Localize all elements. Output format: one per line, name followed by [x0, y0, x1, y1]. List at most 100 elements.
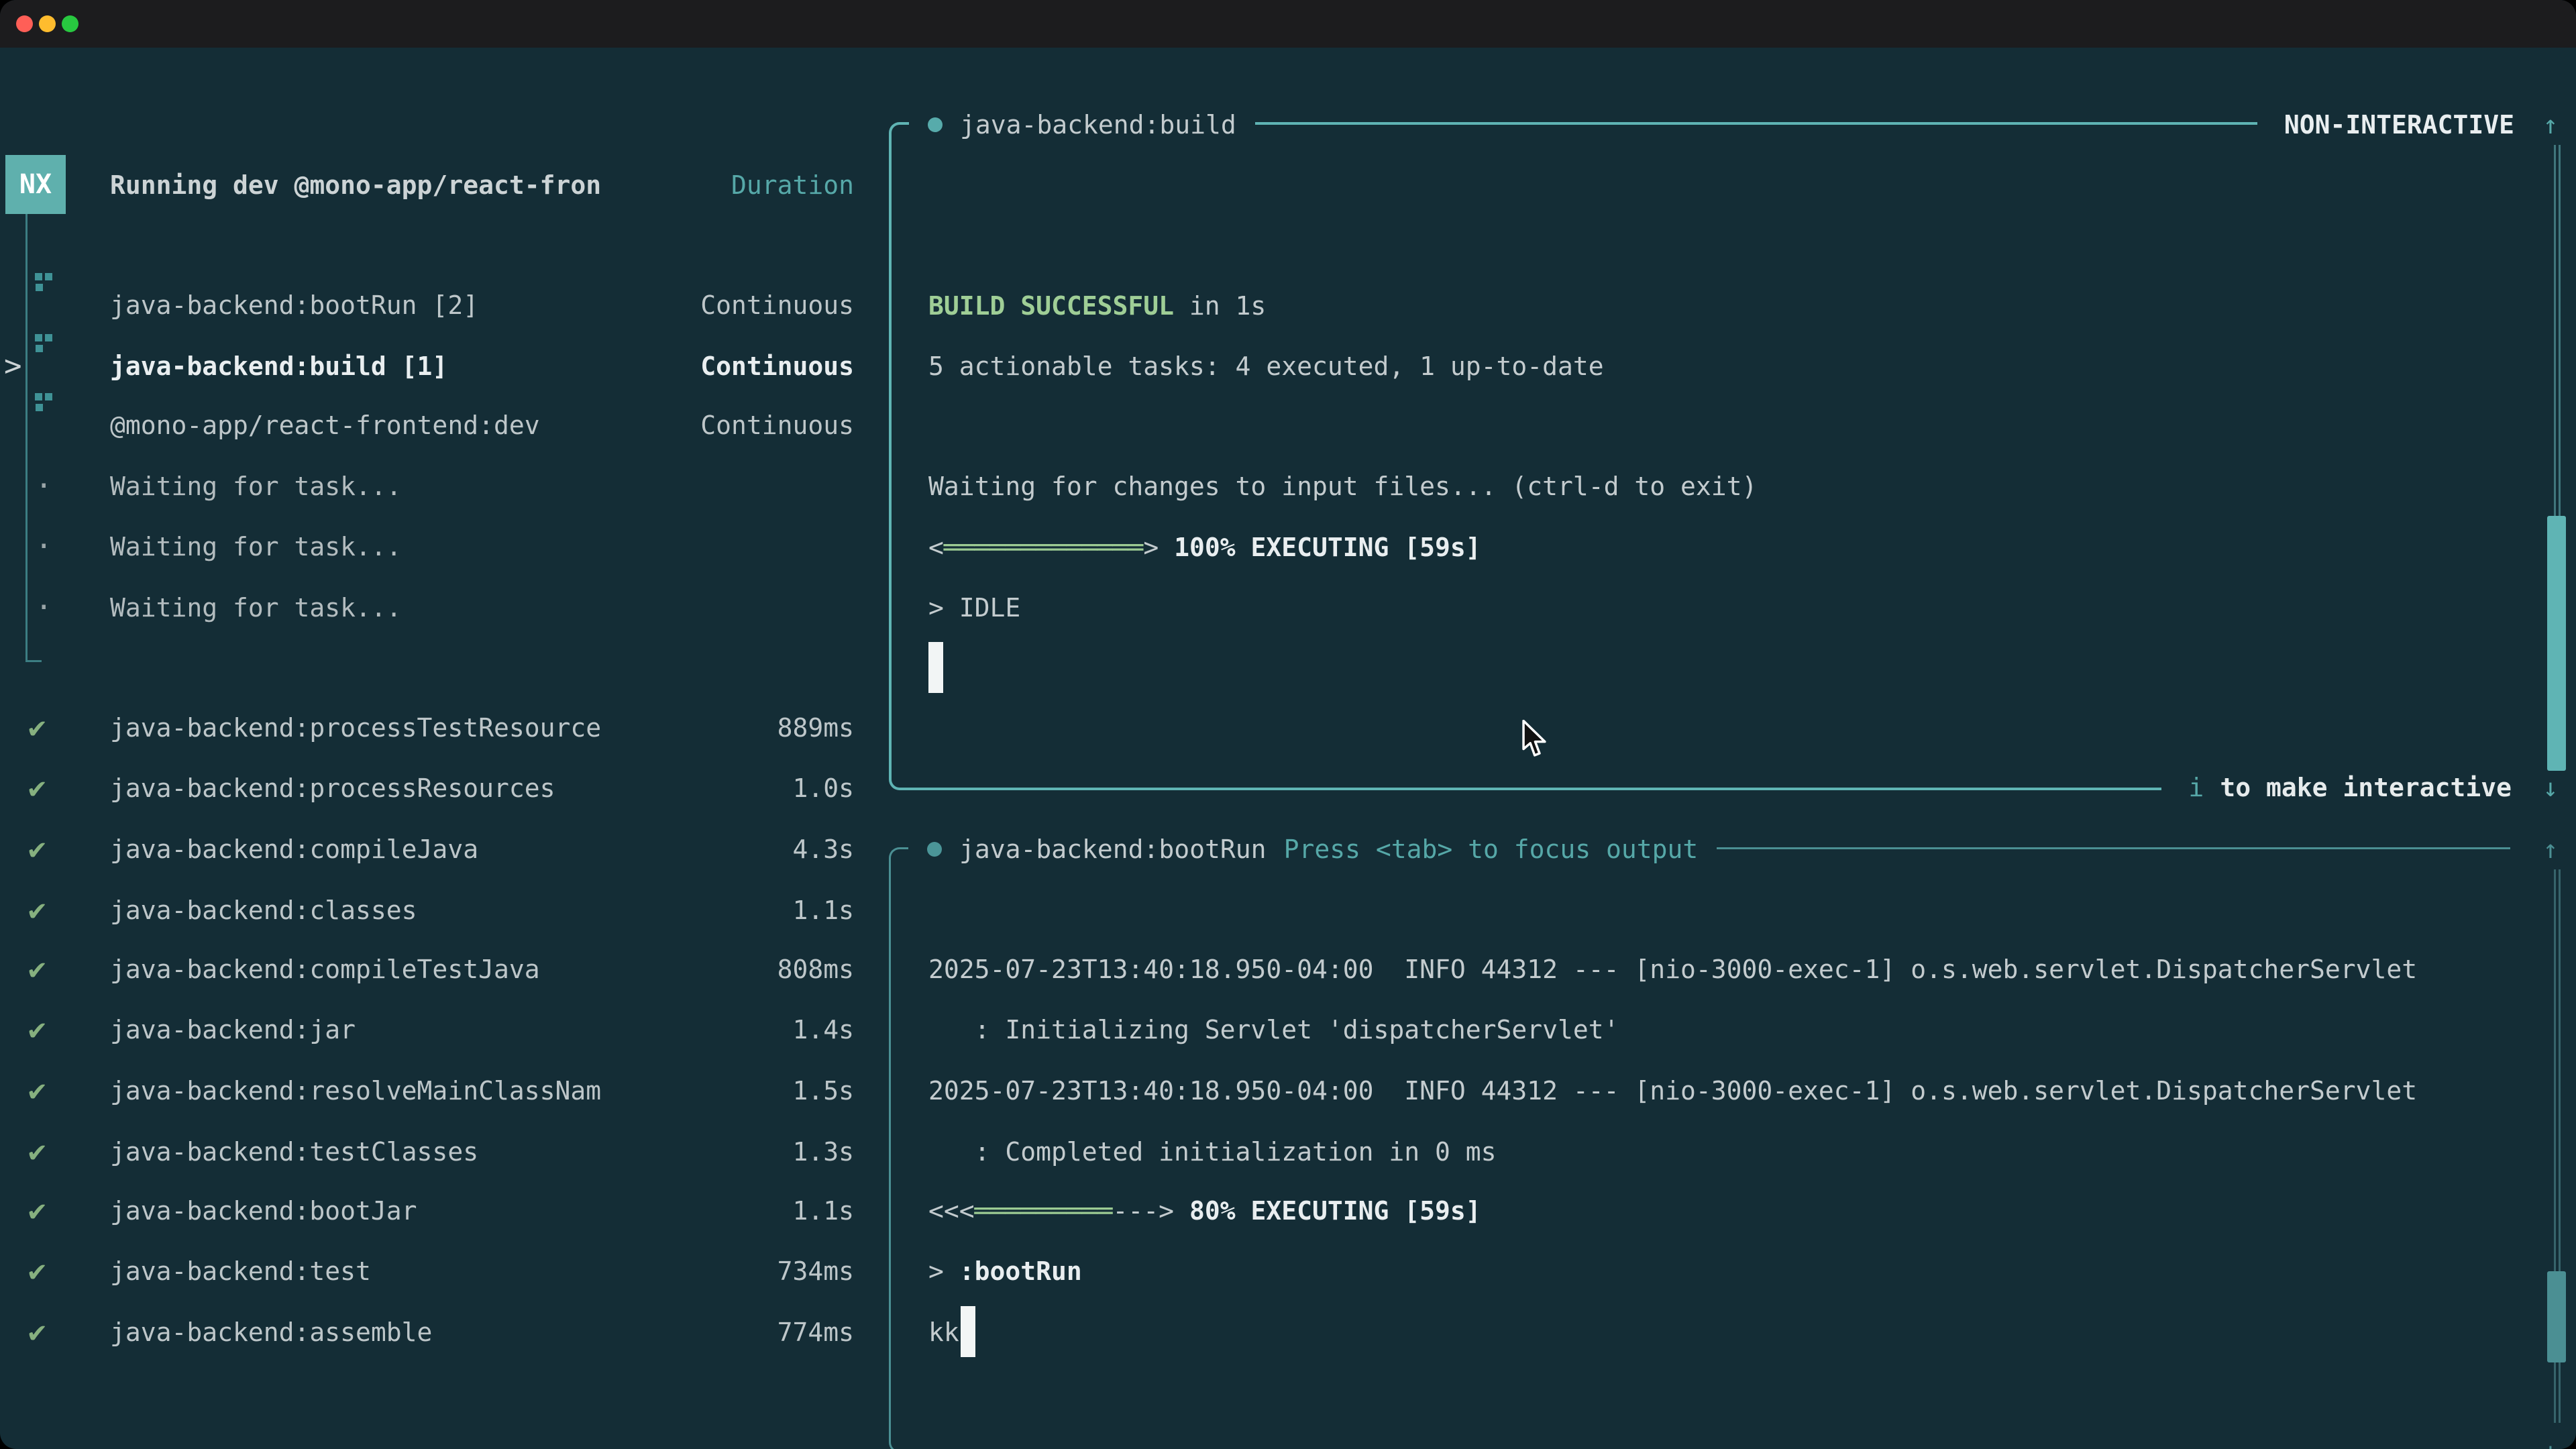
task-duration: 1.5s: [792, 1061, 854, 1121]
task-row[interactable]: Waiting for task...: [110, 517, 854, 577]
build-output-segment: Waiting for changes to input files... (c…: [928, 472, 1757, 501]
task-duration: 1.4s: [792, 1000, 854, 1060]
scrollbar-thumb[interactable]: [2547, 1271, 2566, 1362]
pane-bootrun-title: java-backend:bootRun Press <tab> to focu…: [908, 829, 1717, 869]
interactive-key[interactable]: i: [2188, 773, 2204, 802]
selected-task-arrow-icon: >: [4, 336, 22, 396]
pane-bootrun-scroll-top: ↑: [2510, 829, 2569, 869]
bootrun-output-line: 2025-07-23T13:40:18.950-04:00 INFO 44312…: [928, 1061, 2417, 1121]
build-output-segment: ═════════════: [944, 533, 1143, 562]
task-success-check-icon: ✔: [28, 1061, 46, 1121]
bootrun-output-line: : Initializing Servlet 'dispatcherServle…: [928, 1000, 1619, 1060]
scroll-up-icon[interactable]: ↑: [2537, 835, 2564, 864]
task-row[interactable]: @mono-app/react-frontend:dev Continuous: [110, 395, 854, 455]
build-output-line: BUILD SUCCESSFUL in 1s: [928, 276, 1266, 336]
task-label: @mono-app/react-frontend:dev: [110, 395, 540, 455]
bootrun-output-line: <<<═════════---> 80% EXECUTING [59s]: [928, 1181, 1481, 1241]
task-label: java-backend:classes: [110, 880, 417, 941]
task-row[interactable]: java-backend:classes1.1s: [110, 880, 854, 941]
task-row[interactable]: Waiting for task...: [110, 456, 854, 517]
task-duration: 4.3s: [792, 819, 854, 879]
task-label: java-backend:bootRun [2]: [110, 275, 478, 335]
scroll-up-icon[interactable]: ↑: [2537, 110, 2564, 140]
task-duration: 1.3s: [792, 1122, 854, 1182]
task-label: java-backend:resolveMainClassNam: [110, 1061, 601, 1121]
task-status-bullet-icon: [927, 842, 942, 857]
task-label: java-backend:build [1]: [110, 336, 447, 396]
task-group-bracket: [25, 214, 28, 662]
bootrun-output-segment: : Initializing Servlet 'dispatcherServle…: [928, 1015, 1619, 1044]
task-duration: Continuous: [700, 395, 854, 455]
scroll-down-icon[interactable]: ↓: [2537, 773, 2564, 802]
task-label: java-backend:compileJava: [110, 819, 478, 879]
task-row[interactable]: java-backend:build [1]Continuous: [110, 336, 854, 396]
nx-logo: NX: [5, 155, 66, 214]
window-titlebar[interactable]: [0, 0, 2576, 48]
task-duration: 889ms: [777, 698, 854, 758]
terminal-cursor: [961, 1306, 975, 1357]
task-success-check-icon: ✔: [28, 939, 46, 1000]
build-output-line: > IDLE: [928, 578, 1020, 638]
task-label: java-backend:compileTestJava: [110, 939, 540, 1000]
keybinding-hints: quit: q help: ?: [110, 1422, 854, 1449]
task-row[interactable]: java-backend:processResources1.0s: [110, 758, 854, 818]
maximize-window-button[interactable]: [62, 15, 78, 32]
interactive-hint-text: to make interactive: [2220, 773, 2512, 802]
task-row[interactable]: java-backend:resolveMainClassNam 1.5s: [110, 1061, 854, 1121]
task-group-bracket-foot: [25, 660, 42, 662]
task-pending-dot-icon: ·: [35, 517, 53, 577]
task-label: java-backend:processTestResource: [110, 698, 601, 758]
bootrun-output-segment: >: [928, 1256, 959, 1286]
task-row[interactable]: java-backend:bootRun [2]Continuous: [110, 275, 854, 335]
bootrun-output-segment: <<<: [928, 1196, 975, 1226]
task-row[interactable]: java-backend:jar 1.4s: [110, 1000, 854, 1060]
task-running-spinner-icon: [35, 273, 55, 293]
bootrun-output-segment: 80% EXECUTING [59s]: [1189, 1196, 1481, 1226]
task-row[interactable]: java-backend:compileJava 4.3s: [110, 819, 854, 879]
pane-build-footer-hint: i to make interactive ↓: [2161, 766, 2569, 809]
task-label: Waiting for task...: [110, 517, 402, 577]
build-output-line: 5 actionable tasks: 4 executed, 1 up-to-…: [928, 336, 1604, 396]
task-duration: 774ms: [777, 1302, 854, 1362]
bootrun-output-line: 2025-07-23T13:40:18.950-04:00 INFO 44312…: [928, 939, 2417, 1000]
task-row[interactable]: java-backend:testClasses 1.3s: [110, 1122, 854, 1182]
task-row[interactable]: java-backend:bootJar 1.1s: [110, 1181, 854, 1241]
task-label: java-backend:jar: [110, 1000, 356, 1060]
task-label: Waiting for task...: [110, 456, 402, 517]
bootrun-output-line: kk: [928, 1302, 959, 1362]
build-output-segment: 100% EXECUTING [59s]: [1174, 533, 1481, 562]
bootrun-output-segment: --->: [1113, 1196, 1189, 1226]
terminal-window: NX Running dev @mono-app/react-fron Dura…: [0, 0, 2576, 1449]
task-pending-dot-icon: ·: [35, 456, 53, 517]
focus-output-hint: Press <tab> to focus output: [1284, 835, 1699, 864]
build-output-segment: >: [1143, 533, 1174, 562]
build-output-segment: in 1s: [1174, 291, 1266, 321]
task-status-bullet-icon: [928, 117, 943, 132]
task-row[interactable]: java-backend:test734ms: [110, 1241, 854, 1301]
build-output-line: Waiting for changes to input files... (c…: [928, 456, 1757, 517]
task-pending-dot-icon: ·: [35, 578, 53, 638]
bootrun-output-segment: kk: [928, 1318, 959, 1347]
close-window-button[interactable]: [16, 15, 33, 32]
task-success-check-icon: ✔: [28, 698, 46, 758]
bootrun-output-segment: 2025-07-23T13:40:18.950-04:00 INFO 44312…: [928, 1076, 2417, 1106]
task-label: java-backend:testClasses: [110, 1122, 478, 1182]
task-duration: 1.1s: [792, 1181, 854, 1241]
task-success-check-icon: ✔: [28, 1241, 46, 1301]
tui-screen: NX Running dev @mono-app/react-fron Dura…: [0, 48, 2576, 1449]
bootrun-output-segment: 2025-07-23T13:40:18.950-04:00 INFO 44312…: [928, 955, 2417, 984]
task-row[interactable]: java-backend:processTestResource 889ms: [110, 698, 854, 758]
non-interactive-badge: NON-INTERACTIVE: [2284, 110, 2514, 140]
mouse-cursor: [1520, 720, 1548, 759]
scrollbar-thumb[interactable]: [2547, 516, 2566, 771]
task-success-check-icon: ✔: [28, 1181, 46, 1241]
scroll-down-icon[interactable]: ↓: [2537, 1436, 2564, 1449]
task-row[interactable]: java-backend:compileTestJava808ms: [110, 939, 854, 1000]
task-row[interactable]: java-backend:assemble774ms: [110, 1302, 854, 1362]
task-label: java-backend:bootJar: [110, 1181, 417, 1241]
task-success-check-icon: ✔: [28, 1122, 46, 1182]
minimize-window-button[interactable]: [39, 15, 56, 32]
task-label: java-backend:processResources: [110, 758, 555, 818]
task-row[interactable]: Waiting for task...: [110, 578, 854, 638]
build-output-segment: <: [928, 533, 944, 562]
